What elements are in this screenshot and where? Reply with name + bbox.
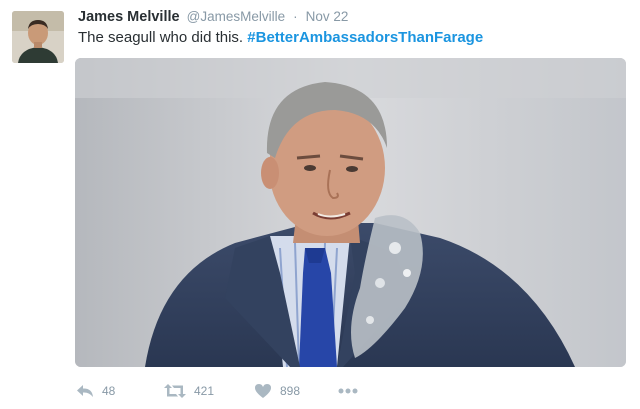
- tweet-text: The seagull who did this. #BetterAmbassa…: [78, 29, 483, 46]
- heart-icon: [254, 383, 272, 399]
- reply-icon: [76, 383, 94, 399]
- like-button[interactable]: 898: [254, 380, 300, 402]
- retweet-count: 421: [194, 384, 215, 398]
- tweet-photo[interactable]: [75, 58, 626, 367]
- author-name[interactable]: James Melville: [78, 9, 180, 25]
- tweet-text-plain: The seagull who did this.: [78, 29, 248, 46]
- more-button[interactable]: [338, 380, 358, 402]
- more-icon: [338, 388, 358, 394]
- tweet-date[interactable]: Nov 22: [306, 9, 349, 24]
- reply-count: 48: [102, 384, 116, 398]
- author-handle[interactable]: @JamesMelville: [187, 9, 285, 24]
- avatar[interactable]: [12, 11, 64, 63]
- retweet-button[interactable]: 421: [164, 380, 214, 402]
- tweet: James Melville @JamesMelville · Nov 22 T…: [0, 0, 640, 409]
- header-separator: ·: [293, 9, 298, 24]
- retweet-icon: [164, 383, 186, 399]
- photo-image: [75, 58, 626, 367]
- avatar-photo: [12, 11, 64, 63]
- reply-button[interactable]: 48: [76, 380, 115, 402]
- like-count: 898: [280, 384, 301, 398]
- hashtag-link[interactable]: #BetterAmbassadorsThanFarage: [247, 29, 483, 46]
- tweet-actions: 48 421 898: [76, 380, 396, 402]
- tweet-header: James Melville @JamesMelville · Nov 22: [78, 9, 348, 27]
